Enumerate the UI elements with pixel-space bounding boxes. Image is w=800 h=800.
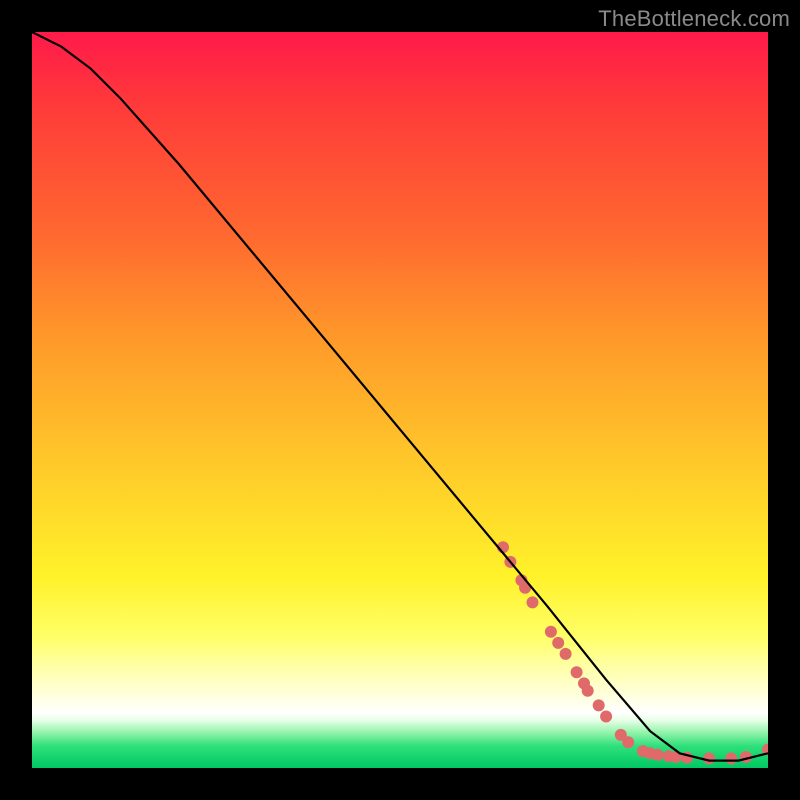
chart-marker: [703, 752, 715, 764]
watermark-text: TheBottleneck.com: [598, 6, 790, 32]
chart-markers: [497, 541, 768, 764]
chart-marker: [725, 752, 737, 764]
chart-svg: [32, 32, 768, 768]
chart-frame: TheBottleneck.com: [0, 0, 800, 800]
chart-marker: [600, 711, 612, 723]
chart-plot-area: [32, 32, 768, 768]
chart-marker: [571, 666, 583, 678]
chart-marker: [652, 749, 664, 761]
chart-line: [32, 32, 768, 761]
chart-marker: [622, 736, 634, 748]
chart-marker: [527, 596, 539, 608]
chart-marker: [582, 685, 594, 697]
chart-marker: [593, 699, 605, 711]
chart-marker: [560, 648, 572, 660]
chart-marker: [552, 637, 564, 649]
chart-marker: [545, 626, 557, 638]
